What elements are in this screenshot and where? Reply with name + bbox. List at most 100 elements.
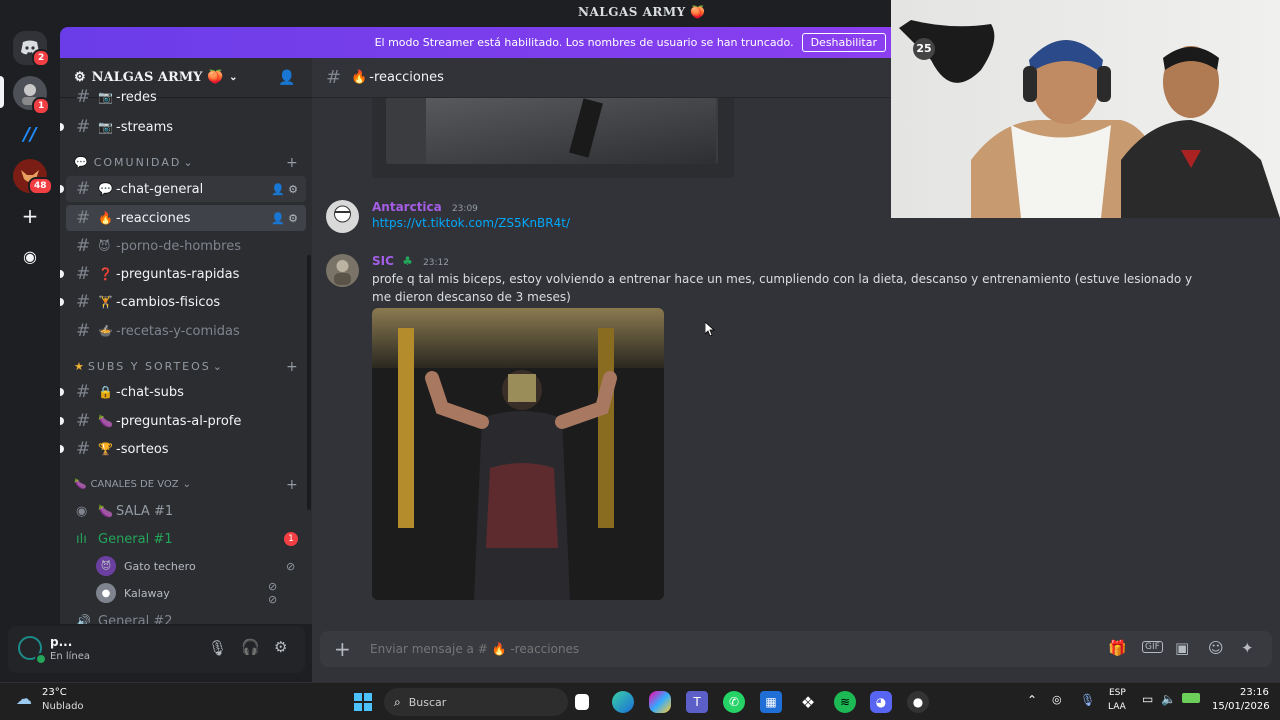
role-icon: ♣ — [402, 254, 413, 268]
category-voice[interactable]: 🍆 CANALES DE VOZ ⌄ + — [74, 477, 298, 493]
chevron-down-icon: ⌄ — [182, 479, 191, 490]
jersey-number-badge: 25 — [913, 38, 935, 60]
chevron-up-icon[interactable]: ⌃ — [1027, 693, 1037, 707]
teams-icon[interactable]: T — [686, 691, 708, 713]
channel-emoji: 😈 — [98, 239, 111, 253]
channel-settings-icon[interactable]: 👤 ⚙ — [271, 212, 298, 225]
channel-reacciones[interactable]: # 🔥 -reacciones 👤 ⚙ — [66, 205, 306, 231]
voice-channel-general-1[interactable]: ılı General #1 1 — [66, 526, 306, 552]
channel-recetas-y-comidas[interactable]: # 🍲 -recetas-y-comidas — [66, 318, 306, 344]
category-comunidad[interactable]: 💬 COMUNIDAD ⌄ + — [74, 155, 298, 171]
text-channel-icon: # — [76, 439, 91, 459]
muted-icon: ⊘ — [286, 559, 296, 573]
channel-label: General #1 — [98, 531, 173, 547]
voice-user[interactable]: 😈 Gato techero ⊘ — [96, 556, 295, 576]
channel-label: General #2 — [98, 614, 173, 624]
language-code[interactable]: ESP — [1109, 688, 1126, 698]
channel-redes[interactable]: # 📷 -redes — [66, 88, 306, 106]
headphones-icon[interactable]: 🎧 — [241, 638, 260, 656]
voice-user-name: Gato techero — [124, 559, 196, 573]
obs-icon[interactable]: ● — [907, 691, 929, 713]
discord-taskbar-icon[interactable]: ◕ — [870, 691, 892, 713]
add-channel-icon[interactable]: + — [286, 359, 298, 375]
message-author-line: Antarctica 23:09 — [372, 200, 478, 214]
edge-icon[interactable] — [612, 691, 634, 713]
message-input[interactable] — [370, 639, 1070, 659]
avatar[interactable] — [326, 200, 359, 233]
embed-thumbnail[interactable] — [386, 90, 718, 164]
add-attachment-icon[interactable]: + — [334, 637, 351, 661]
disable-streamer-button[interactable]: Deshabilitar — [801, 33, 886, 52]
user-name: p... — [50, 635, 73, 649]
clock-date[interactable]: 15/01/2026 — [1212, 701, 1270, 712]
chevron-down-icon: ⌄ — [229, 72, 238, 83]
sidebar-scrollbar[interactable] — [307, 255, 311, 510]
channel-chat-subs[interactable]: # 🔒 -chat-subs — [60, 379, 306, 405]
channel-settings-icon[interactable]: 👤 ⚙ — [271, 183, 298, 196]
network-icon[interactable]: ▭ — [1142, 692, 1153, 706]
battery-icon[interactable] — [1182, 693, 1200, 703]
add-server-icon[interactable]: + — [13, 199, 47, 233]
copilot-icon[interactable] — [649, 691, 671, 713]
voice-active-icon: ılı — [76, 531, 87, 547]
emoji-icon[interactable]: ☺ — [1208, 639, 1224, 657]
text-channel-icon: # — [76, 179, 91, 199]
gif-icon[interactable]: GIF — [1142, 641, 1163, 653]
add-channel-icon[interactable]: + — [286, 155, 298, 171]
channel-cambios-fisicos[interactable]: # 🏋 -cambios-fisicos — [60, 289, 306, 315]
channel-streams[interactable]: # 📷 -streams — [60, 114, 306, 140]
chevron-down-icon: ⌄ — [183, 156, 193, 169]
message-link[interactable]: https://vt.tiktok.com/ZS5KnBR4t/ — [372, 216, 570, 230]
dropbox-icon[interactable]: ❖ — [797, 691, 819, 713]
channel-emoji: 💬 — [98, 182, 113, 196]
channel-label: -redes — [116, 89, 157, 105]
channel-label: -streams — [116, 119, 174, 135]
voice-user[interactable]: ● Kalaway ⊘ ⊘ — [96, 580, 277, 606]
gift-icon[interactable]: 🎁 — [1108, 639, 1127, 657]
category-label: COMUNIDAD — [93, 156, 182, 169]
text-channel-icon: # — [76, 292, 91, 312]
apps-icon[interactable]: ✦ — [1241, 639, 1254, 657]
weather-temp[interactable]: 23°C — [42, 687, 67, 698]
add-channel-icon[interactable]: + — [286, 477, 298, 493]
weather-desc: Nublado — [42, 701, 84, 712]
chevron-down-icon: ⌄ — [212, 360, 222, 373]
security-icon[interactable]: ◎ — [1052, 693, 1062, 706]
text-channel-icon: # — [76, 208, 91, 228]
channel-label: -reacciones — [116, 210, 191, 226]
attached-image[interactable] — [372, 308, 664, 600]
message-timestamp: 23:09 — [451, 204, 478, 214]
channel-preguntas-al-profe[interactable]: # 🍆 -preguntas-al-profe — [60, 408, 306, 434]
sticker-icon[interactable]: ▣ — [1175, 639, 1189, 657]
channel-chat-general[interactable]: # 💬 -chat-general 👤 ⚙ — [60, 176, 306, 202]
taskbar-search[interactable]: ⌕ Buscar — [384, 688, 568, 716]
message-author[interactable]: Antarctica — [372, 200, 442, 214]
speech-bubble-icon: 💬 — [74, 156, 88, 169]
invite-icon[interactable]: 👤 — [278, 70, 295, 86]
start-icon[interactable] — [352, 691, 374, 713]
microphone-icon[interactable]: 🎙 — [208, 639, 227, 657]
spotify-icon[interactable]: ≋ — [834, 691, 856, 713]
microphone-tray-icon[interactable]: 🎙 — [1080, 693, 1095, 707]
settings-gear-icon[interactable]: ⚙ — [274, 638, 287, 656]
category-subs[interactable]: ★ SUBS Y SORTEOS ⌄ + — [74, 359, 298, 375]
channel-label: -porno-de-hombres — [116, 238, 242, 254]
channel-sorteos[interactable]: # 🏆 -sorteos — [60, 436, 306, 462]
whatsapp-icon[interactable]: ✆ — [723, 691, 745, 713]
channel-porno-de-hombres[interactable]: # 😈 -porno-de-hombres — [66, 233, 306, 259]
channel-preguntas-rapidas[interactable]: # ❓ -preguntas-rapidas — [60, 261, 306, 287]
channel-emoji: 🍆 — [98, 504, 113, 518]
avatar[interactable] — [326, 254, 359, 287]
mention-badge: 2 — [32, 49, 51, 67]
blue-server-icon[interactable]: // — [13, 117, 47, 151]
explore-icon[interactable]: ◉ — [13, 239, 47, 273]
store-icon[interactable]: ▦ — [760, 691, 782, 713]
channel-emoji: 📷 — [98, 90, 113, 104]
voice-channel-sala-1[interactable]: ◉ 🍆 SALA #1 — [66, 498, 306, 524]
voice-channel-general-2[interactable]: 🔊 General #2 — [66, 614, 306, 624]
volume-icon[interactable]: 🔈 — [1161, 692, 1176, 706]
channel-emoji: 🍆 — [98, 414, 113, 428]
message-author[interactable]: SIC — [372, 254, 394, 268]
file-explorer-icon[interactable] — [575, 694, 589, 710]
clock-time[interactable]: 23:16 — [1240, 687, 1269, 698]
